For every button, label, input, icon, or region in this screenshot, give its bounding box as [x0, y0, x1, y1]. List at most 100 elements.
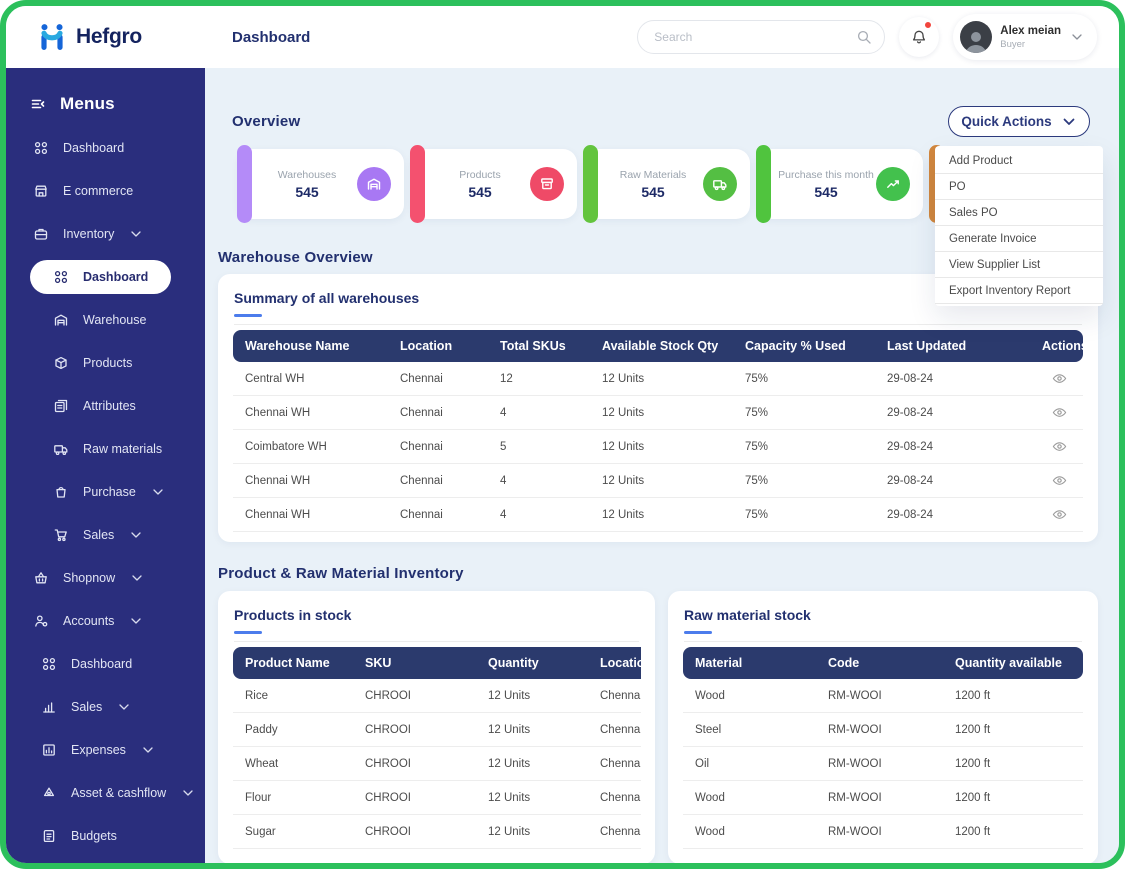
- view-row-button[interactable]: [1052, 371, 1067, 386]
- sidebar-item-inventory[interactable]: Inventory: [6, 212, 205, 255]
- view-row-button[interactable]: [1052, 473, 1067, 488]
- truck-icon: [703, 167, 737, 201]
- sidebar-item-attributes[interactable]: Attributes: [6, 384, 205, 427]
- menu-item-po[interactable]: PO: [935, 174, 1103, 200]
- sidebar-item-e-commerce[interactable]: E commerce: [6, 169, 205, 212]
- table-cell: Chennai: [588, 690, 641, 702]
- table-row: Chennai WHChennai412 Units75%29-08-24: [233, 396, 1083, 430]
- sidebar-item-label: Attributes: [83, 399, 136, 413]
- menu-item-add-product[interactable]: Add Product: [935, 148, 1103, 174]
- sidebar-item-dashboard[interactable]: Dashboard: [6, 642, 205, 685]
- grid-icon: [32, 140, 50, 156]
- products-card-title: Products in stock: [218, 591, 655, 631]
- raw-material-stock-card: Raw material stock MaterialCodeQuantity …: [668, 591, 1098, 864]
- table-cell: 29-08-24: [875, 509, 1030, 521]
- table-row: RiceCHROOI12 UnitsChennai: [233, 679, 641, 713]
- menu-item-sales-po[interactable]: Sales PO: [935, 200, 1103, 226]
- notifications-button[interactable]: [899, 17, 939, 57]
- user-role: Buyer: [1000, 39, 1061, 50]
- sidebar-collapse-icon[interactable]: [30, 96, 46, 112]
- table-cell: Steel: [683, 724, 816, 736]
- table-cell: 75%: [733, 441, 875, 453]
- sidebar-item-expenses[interactable]: Expenses: [6, 728, 205, 771]
- menu-item-export-inventory-report[interactable]: Export Inventory Report: [935, 278, 1103, 304]
- tags-icon: [52, 398, 70, 414]
- menu-item-view-supplier-list[interactable]: View Supplier List: [935, 252, 1103, 278]
- table-cell: 12 Units: [476, 826, 588, 838]
- table-cell: Chennai: [588, 826, 641, 838]
- top-header: Hefgro Dashboard Alex meian Buyer: [6, 6, 1119, 68]
- column-header: Material: [683, 656, 816, 670]
- column-header: Product Name: [233, 656, 353, 670]
- table-cell: 4: [488, 475, 590, 487]
- card-accent-bar: [756, 145, 771, 223]
- stat-value: 545: [295, 184, 318, 200]
- table-header: Product NameSKUQuantityLocation: [233, 647, 641, 679]
- sidebar-item-sales[interactable]: Sales: [6, 685, 205, 728]
- chevron-down-icon: [140, 742, 156, 758]
- trend-icon: [876, 167, 910, 201]
- column-header: Warehouse Name: [233, 339, 388, 353]
- sidebar-nav: DashboardE commerceInventoryDashboardWar…: [6, 126, 205, 857]
- table-cell: 12 Units: [476, 724, 588, 736]
- table-header: MaterialCodeQuantity available: [683, 647, 1083, 679]
- sidebar-item-label: Raw materials: [83, 442, 162, 456]
- sidebar-item-raw-materials[interactable]: Raw materials: [6, 427, 205, 470]
- warehouse-icon: [52, 312, 70, 328]
- table-cell: 29-08-24: [875, 407, 1030, 419]
- view-row-button[interactable]: [1052, 439, 1067, 454]
- search-input[interactable]: [654, 30, 856, 44]
- sidebar-item-budgets[interactable]: Budgets: [6, 814, 205, 857]
- table-cell: Wheat: [233, 758, 353, 770]
- quick-actions-button[interactable]: Quick Actions: [948, 106, 1090, 137]
- table-row: OilRM-WOOI1200 ft: [683, 747, 1083, 781]
- raw-materials-table: MaterialCodeQuantity availableWoodRM-WOO…: [683, 647, 1083, 849]
- stat-card-warehouses: Warehouses545: [238, 149, 404, 219]
- table-cell: 12 Units: [590, 373, 733, 385]
- user-menu[interactable]: Alex meian Buyer: [953, 14, 1097, 60]
- menu-item-generate-invoice[interactable]: Generate Invoice: [935, 226, 1103, 252]
- expenses-icon: [40, 742, 58, 758]
- inventory-section-heading: Product & Raw Material Inventory: [218, 565, 464, 582]
- table-cell: 29-08-24: [875, 475, 1030, 487]
- sidebar-item-label: Products: [83, 356, 132, 370]
- chevron-down-icon: [1061, 114, 1077, 130]
- column-header: Actions: [1030, 339, 1104, 353]
- table-cell: CHROOI: [353, 792, 476, 804]
- view-row-button[interactable]: [1052, 507, 1067, 522]
- chevron-down-icon: [1069, 29, 1085, 45]
- sidebar-item-warehouse[interactable]: Warehouse: [6, 298, 205, 341]
- sidebar-item-sales[interactable]: Sales: [6, 513, 205, 556]
- table-cell: 29-08-24: [875, 441, 1030, 453]
- table-cell: 4: [488, 509, 590, 521]
- card-accent-bar: [583, 145, 598, 223]
- stat-value: 545: [641, 184, 664, 200]
- table-cell: 12 Units: [476, 690, 588, 702]
- sidebar-item-shopnow[interactable]: Shopnow: [6, 556, 205, 599]
- table-cell: 12 Units: [476, 792, 588, 804]
- sidebar-item-accounts[interactable]: Accounts: [6, 599, 205, 642]
- table-row: Chennai WHChennai412 Units75%29-08-24: [233, 464, 1083, 498]
- store-icon: [32, 183, 50, 199]
- sidebar-item-dashboard[interactable]: Dashboard: [30, 260, 171, 294]
- bag-icon: [52, 484, 70, 500]
- sidebar-item-purchase[interactable]: Purchase: [6, 470, 205, 513]
- divider: [234, 641, 639, 642]
- table-cell: 12 Units: [590, 441, 733, 453]
- table-row: WheatCHROOI12 UnitsChennai: [233, 747, 641, 781]
- column-header: Location: [588, 656, 641, 670]
- search-icon[interactable]: [856, 29, 872, 45]
- page-title: Dashboard: [232, 29, 310, 46]
- table-cell: 1200 ft: [943, 758, 1083, 770]
- sidebar-item-dashboard[interactable]: Dashboard: [6, 126, 205, 169]
- table-cell: CHROOI: [353, 724, 476, 736]
- stat-label: Raw Materials: [620, 169, 687, 181]
- sidebar-item-asset-cashflow[interactable]: Asset & cashflow: [6, 771, 205, 814]
- table-cell: RM-WOOI: [816, 690, 943, 702]
- sidebar-item-products[interactable]: Products: [6, 341, 205, 384]
- table-cell: 12 Units: [590, 509, 733, 521]
- divider: [234, 324, 1082, 325]
- table-row: Chennai WHChennai412 Units75%29-08-24: [233, 498, 1083, 532]
- chevron-down-icon: [128, 613, 144, 629]
- view-row-button[interactable]: [1052, 405, 1067, 420]
